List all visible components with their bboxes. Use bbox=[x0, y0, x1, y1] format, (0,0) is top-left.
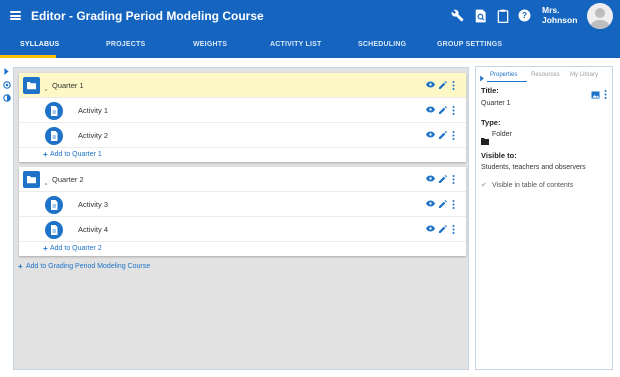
edit-icon[interactable] bbox=[439, 200, 447, 208]
title-value: Quarter 1 bbox=[481, 100, 511, 107]
syllabus-canvas: Quarter 1 ^ Activity 1 Activity 2 + Add … bbox=[13, 67, 469, 370]
more-options-icon[interactable] bbox=[452, 81, 455, 90]
contrast-icon[interactable] bbox=[3, 94, 11, 102]
page-title: Editor - Grading Period Modeling Course bbox=[31, 9, 264, 23]
activity-document-icon bbox=[45, 127, 63, 145]
folder-icon bbox=[23, 171, 40, 188]
edit-icon[interactable] bbox=[439, 175, 447, 183]
row-actions bbox=[426, 131, 458, 141]
preview-icon[interactable] bbox=[475, 9, 489, 23]
more-options-icon[interactable] bbox=[604, 86, 607, 104]
plus-icon: + bbox=[43, 244, 48, 253]
add-to-folder-link[interactable]: + Add to Quarter 1 bbox=[19, 148, 466, 162]
type-label: Type: bbox=[481, 118, 501, 127]
eye-icon[interactable] bbox=[426, 175, 435, 182]
add-to-course-label: Add to Grading Period Modeling Course bbox=[26, 263, 151, 270]
row-actions bbox=[426, 225, 458, 235]
wrench-icon[interactable] bbox=[451, 9, 465, 23]
folder-name: Quarter 2 bbox=[52, 175, 84, 184]
activity-name: Activity 3 bbox=[78, 200, 109, 209]
avatar[interactable] bbox=[587, 3, 613, 29]
edit-icon[interactable] bbox=[439, 81, 447, 89]
expand-arrow-icon[interactable] bbox=[3, 68, 10, 75]
folder-row[interactable]: Quarter 1 ^ bbox=[19, 73, 466, 98]
edit-icon[interactable] bbox=[439, 106, 447, 114]
active-panel-tab-indicator bbox=[487, 81, 527, 82]
activity-document-icon bbox=[45, 196, 63, 214]
svg-text:?: ? bbox=[522, 11, 527, 20]
row-actions bbox=[426, 200, 458, 210]
add-to-folder-link[interactable]: + Add to Quarter 2 bbox=[19, 242, 466, 256]
tab-activity-list[interactable]: ACTIVITY LIST bbox=[270, 41, 321, 48]
tab-bar: SYLLABUS PROJECTS WEIGHTS ACTIVITY LIST … bbox=[0, 34, 620, 58]
add-to-folder-label: Add to Quarter 2 bbox=[50, 245, 102, 252]
row-actions bbox=[426, 106, 458, 116]
eye-icon[interactable] bbox=[426, 200, 435, 207]
folder-row[interactable]: Quarter 2 ^ bbox=[19, 167, 466, 192]
activity-document-icon bbox=[45, 102, 63, 120]
clipboard-icon[interactable] bbox=[497, 9, 511, 23]
collapse-panel-icon[interactable] bbox=[479, 69, 485, 82]
menu-icon[interactable] bbox=[10, 11, 21, 20]
plus-icon: + bbox=[43, 150, 48, 159]
user-name-line1: Mrs. bbox=[542, 5, 560, 15]
properties-panel: Properties Resources My Library Title: Q… bbox=[475, 66, 613, 370]
more-options-icon[interactable] bbox=[452, 106, 455, 115]
tab-properties[interactable]: Properties bbox=[490, 72, 517, 78]
activity-row[interactable]: Activity 2 bbox=[19, 123, 466, 148]
collapse-caret-icon[interactable]: ^ bbox=[45, 183, 47, 189]
eye-icon[interactable] bbox=[426, 225, 435, 232]
edit-icon[interactable] bbox=[439, 225, 447, 233]
more-options-icon[interactable] bbox=[452, 175, 455, 184]
folder-card: Quarter 1 ^ Activity 1 Activity 2 + Add … bbox=[19, 73, 466, 162]
title-label: Title: bbox=[481, 86, 499, 95]
help-icon[interactable]: ? bbox=[518, 9, 532, 23]
activity-row[interactable]: Activity 1 bbox=[19, 98, 466, 123]
user-name[interactable]: Mrs. Johnson bbox=[542, 5, 577, 25]
row-actions bbox=[426, 81, 458, 91]
tab-weights[interactable]: WEIGHTS bbox=[193, 41, 227, 48]
tab-syllabus[interactable]: SYLLABUS bbox=[20, 41, 59, 48]
folder-type-icon bbox=[481, 132, 489, 150]
top-app-bar: Editor - Grading Period Modeling Course … bbox=[0, 0, 620, 34]
activity-row[interactable]: Activity 4 bbox=[19, 217, 466, 242]
folder-card: Quarter 2 ^ Activity 3 Activity 4 + Add … bbox=[19, 167, 466, 256]
activity-name: Activity 1 bbox=[78, 106, 109, 115]
eye-icon[interactable] bbox=[426, 81, 435, 88]
visible-to-value: Students, teachers and observers bbox=[481, 164, 586, 171]
visible-in-toc-label: Visible in table of contents bbox=[492, 182, 574, 189]
activity-name: Activity 4 bbox=[78, 225, 109, 234]
tab-group-settings[interactable]: GROUP SETTINGS bbox=[437, 41, 502, 48]
activity-document-icon bbox=[45, 221, 63, 239]
user-name-line2: Johnson bbox=[542, 15, 578, 25]
eye-icon[interactable] bbox=[426, 106, 435, 113]
edit-icon[interactable] bbox=[439, 131, 447, 139]
visible-to-label: Visible to: bbox=[481, 151, 517, 160]
more-options-icon[interactable] bbox=[452, 225, 455, 234]
folder-name: Quarter 1 bbox=[52, 81, 84, 90]
collapse-caret-icon[interactable]: ^ bbox=[45, 89, 47, 95]
active-tab-indicator bbox=[0, 55, 56, 58]
add-to-folder-label: Add to Quarter 1 bbox=[50, 151, 102, 158]
tab-projects[interactable]: PROJECTS bbox=[106, 41, 145, 48]
tab-resources[interactable]: Resources bbox=[531, 72, 560, 78]
folder-icon bbox=[23, 77, 40, 94]
type-value: Folder bbox=[492, 131, 512, 138]
tab-my-library[interactable]: My Library bbox=[570, 72, 598, 78]
activity-row[interactable]: Activity 3 bbox=[19, 192, 466, 217]
checkmark-icon: ✔ bbox=[481, 182, 487, 189]
activity-name: Activity 2 bbox=[78, 131, 109, 140]
image-icon[interactable] bbox=[591, 86, 600, 104]
more-options-icon[interactable] bbox=[452, 200, 455, 209]
plus-icon: + bbox=[18, 262, 23, 271]
target-icon[interactable] bbox=[3, 81, 11, 89]
more-options-icon[interactable] bbox=[452, 131, 455, 140]
row-actions bbox=[426, 175, 458, 185]
eye-icon[interactable] bbox=[426, 131, 435, 138]
tab-scheduling[interactable]: SCHEDULING bbox=[358, 41, 406, 48]
editor-app: Editor - Grading Period Modeling Course … bbox=[0, 0, 620, 377]
